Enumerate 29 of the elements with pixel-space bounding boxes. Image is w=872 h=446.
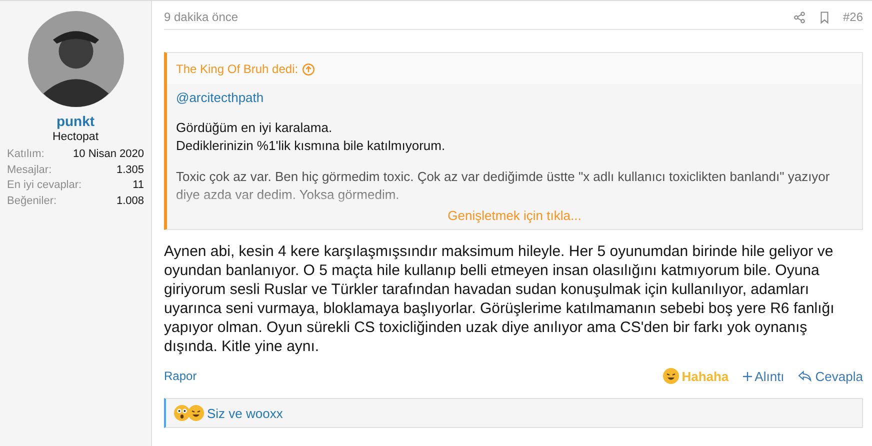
plus-icon [742, 372, 752, 380]
quote-text: Toxic çok az var. Ben hiç görmedim toxic. Çok az var dediğimde üstte "x adlı kullanıcı toxiclikten banlandı" yazıyor diye azda var dedim. Yoksa görmedim. [176, 168, 831, 204]
stat-value: 11 [132, 178, 144, 193]
mention-link[interactable]: @arcitecthpath [176, 90, 853, 105]
stat-value: 1.305 [116, 162, 144, 178]
report-link[interactable]: Rapor [164, 369, 197, 383]
username[interactable]: punkt [56, 113, 95, 129]
reply-arrow-icon [798, 370, 812, 382]
post-time[interactable]: 9 dakika önce [164, 10, 238, 24]
avatar[interactable] [28, 11, 124, 107]
stat-value: 10 Nisan 2020 [73, 147, 144, 162]
laughing-emoji-icon [662, 368, 679, 384]
stat-label: En iyi cevaplar: [7, 178, 82, 193]
arrow-up-icon[interactable] [302, 62, 316, 76]
post-text: Aynen abi, kesin 4 kere karşılaşmışsındır maksimum hileyle. Her 5 oyunumdan birinde hile geliyor ve oyundan banlanıyor. O 5 maçta hile kullanıp belli etmeyen insan olasılığını katmıyorum bile. Oyuna giriyorum sesli Ruslar ve Türkler tarafından havadan sudan konuşulmak için kullanılıyor, adamları uyarınca seni vurmaya, bloklamaya başlıyorlar. Görüşlerime katılmamanın sebebi boş yere R6 fanlığı yapıyor olman. Oyun sürekli CS toxicliğinden uzak diye anılıyor ama CS'den bir farkı yok oynanış dışında. Kitle yine aynı. [164, 242, 836, 356]
laughing-emoji-icon [188, 405, 204, 421]
bookmark-icon[interactable] [818, 10, 831, 24]
stat-label: Katılım: [7, 147, 44, 162]
quote-button[interactable]: Alıntı [742, 368, 784, 384]
reaction-users-link[interactable]: Siz ve wooxx [207, 406, 283, 420]
reply-button[interactable]: Cevapla [798, 368, 863, 384]
user-title: Hectopat [52, 131, 99, 143]
stat-label: Beğeniler: [7, 194, 57, 208]
stat-value: 1.008 [116, 194, 144, 208]
quote-text: Gördüğüm en iyi karalama. Dediklerinizin %1'lik kısmına bile katılmıyorum. [176, 119, 446, 155]
post-number[interactable]: #26 [842, 10, 863, 24]
share-icon[interactable] [792, 10, 806, 24]
stat-label: Mesajlar: [7, 162, 52, 178]
surprised-emoji-icon [174, 405, 190, 421]
